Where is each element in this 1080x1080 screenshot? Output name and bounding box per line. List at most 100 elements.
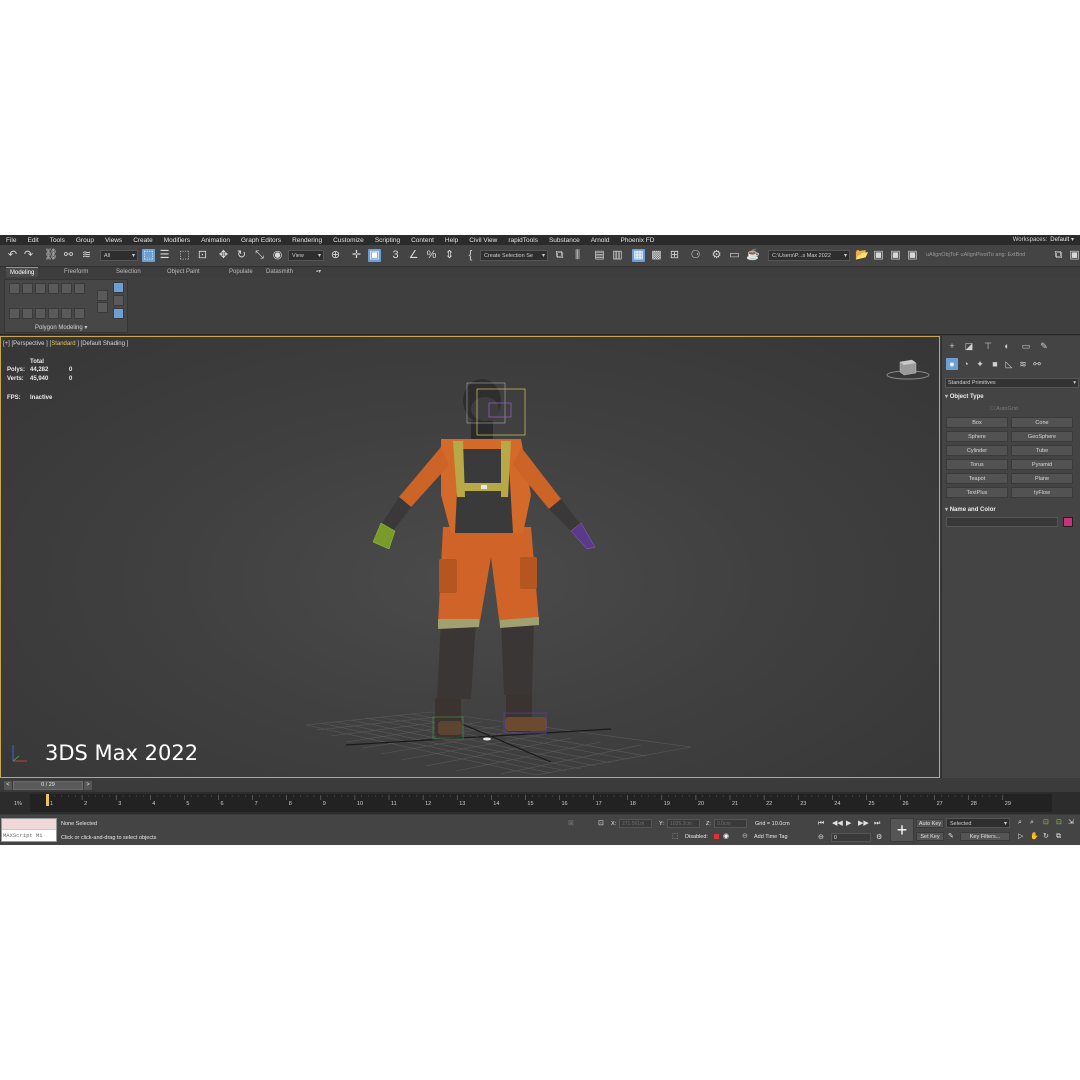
autogrid-checkbox[interactable]: AutoGrid bbox=[990, 406, 1018, 412]
ribbon-options-icon[interactable]: ▪▾ bbox=[312, 267, 325, 277]
angle-snap-icon[interactable]: ∠ bbox=[407, 249, 420, 262]
percent-snap-icon[interactable]: % bbox=[425, 249, 438, 262]
time-tag-icon[interactable]: ⊖ bbox=[742, 832, 748, 841]
move-icon[interactable]: ✥ bbox=[217, 249, 230, 262]
utilities-tab-icon[interactable]: ✎ bbox=[1038, 340, 1050, 352]
project-folder-dropdown[interactable]: C:\Users\P...s Max 2022 bbox=[768, 250, 850, 261]
menu-animation[interactable]: Animation bbox=[201, 237, 230, 244]
menu-modifiers[interactable]: Modifiers bbox=[164, 237, 190, 244]
ribbon-tool-11-icon[interactable] bbox=[61, 308, 72, 319]
menu-tools[interactable]: Tools bbox=[50, 237, 65, 244]
primitive-category-dropdown[interactable]: Standard Primitives bbox=[945, 378, 1079, 388]
motion-tab-icon[interactable]: ◐ bbox=[1001, 340, 1013, 352]
shapes-icon[interactable]: ◔ bbox=[960, 358, 972, 370]
next-frame-icon[interactable]: ▶▶ bbox=[858, 819, 869, 828]
object-name-field[interactable] bbox=[946, 517, 1058, 527]
placement-icon[interactable]: ◉ bbox=[271, 249, 284, 262]
ribbon-tool-14-icon[interactable] bbox=[97, 302, 108, 313]
primitive-textplus-button[interactable]: TextPlus bbox=[946, 487, 1008, 498]
ribbon-tool-17-icon[interactable] bbox=[113, 308, 124, 319]
menu-substance[interactable]: Substance bbox=[549, 237, 580, 244]
menu-views[interactable]: Views bbox=[105, 237, 122, 244]
zoom-extents-icon[interactable]: ⊡ bbox=[1043, 818, 1049, 827]
play-icon[interactable]: ▶ bbox=[846, 819, 851, 828]
current-frame-field[interactable]: 0 bbox=[831, 833, 871, 842]
menu-scripting[interactable]: Scripting bbox=[375, 237, 400, 244]
selection-filter-dropdown[interactable]: All bbox=[100, 250, 138, 261]
modify-tab-icon[interactable]: ◪ bbox=[963, 340, 975, 352]
select-manipulate-icon[interactable]: ✛ bbox=[350, 249, 363, 262]
current-frame-marker[interactable] bbox=[46, 794, 49, 806]
menu-graph-editors[interactable]: Graph Editors bbox=[241, 237, 281, 244]
redo-icon[interactable]: ↷ bbox=[22, 249, 35, 262]
lights-icon[interactable]: ✦ bbox=[974, 358, 986, 370]
pivot-center-icon[interactable]: ⊕ bbox=[329, 249, 342, 262]
ribbon-tab-object-paint[interactable]: Object Paint bbox=[163, 267, 204, 277]
object-color-swatch[interactable] bbox=[1063, 517, 1073, 527]
menu-rendering[interactable]: Rendering bbox=[292, 237, 322, 244]
primitive-tube-button[interactable]: Tube bbox=[1011, 445, 1073, 456]
time-slider[interactable]: < 0 / 29 > bbox=[0, 779, 1080, 791]
time-configuration-icon[interactable]: ⚙ bbox=[876, 833, 882, 842]
key-mode-dropdown[interactable]: Selected bbox=[946, 818, 1010, 828]
ribbon-tab-freeform[interactable]: Freeform bbox=[60, 267, 92, 277]
menu-phoenix-fd[interactable]: Phoenix FD bbox=[620, 237, 654, 244]
curve-editor-icon[interactable]: ▩ bbox=[650, 249, 663, 262]
orbit-icon[interactable]: ↻ bbox=[1043, 832, 1049, 841]
scale-icon[interactable]: ⤡ bbox=[253, 249, 266, 262]
script-button-1-icon[interactable]: ▣ bbox=[872, 249, 885, 262]
ribbon-tab-datasmith[interactable]: Datasmith bbox=[262, 267, 297, 277]
rectangular-selection-icon[interactable]: ⬚ bbox=[178, 249, 191, 262]
ribbon-tool-10-icon[interactable] bbox=[48, 308, 59, 319]
key-filters-button[interactable]: Key Filters... bbox=[960, 832, 1010, 841]
unlink-icon[interactable]: ⚯ bbox=[62, 249, 75, 262]
menu-file[interactable]: File bbox=[6, 237, 16, 244]
pan-view-icon[interactable]: ✋ bbox=[1030, 832, 1039, 841]
select-by-name-icon[interactable]: ☰ bbox=[158, 249, 171, 262]
time-slider-thumb[interactable]: 0 / 29 bbox=[13, 781, 83, 790]
scene-3d[interactable] bbox=[1, 337, 939, 777]
ribbon-tool-2-icon[interactable] bbox=[22, 283, 33, 294]
polygon-modeling-label[interactable]: Polygon Modeling ▾ bbox=[35, 324, 87, 331]
help-icon[interactable]: ▣ bbox=[1068, 249, 1080, 262]
display-tab-icon[interactable]: ▭ bbox=[1020, 340, 1032, 352]
mirror-icon[interactable]: ⧉ bbox=[553, 249, 566, 262]
reference-coordinate-dropdown[interactable]: View bbox=[288, 250, 324, 261]
ribbon-tool-12-icon[interactable] bbox=[74, 308, 85, 319]
align-icon[interactable]: ⫼ bbox=[571, 249, 584, 262]
track-bar-ruler[interactable]: 1% 1 2 3 4 5 6 7 8 9 10 11 12 13 14 15 16 17 18 19 20 21 22 23 2… bbox=[0, 792, 1080, 814]
menu-edit[interactable]: Edit bbox=[27, 237, 38, 244]
track-bar[interactable]: 1% 1 2 3 4 5 6 7 8 9 10 11 12 13 14 15 16 17 18 19 20 21 22 23 2… bbox=[0, 792, 1080, 814]
ribbon-tool-16-icon[interactable] bbox=[113, 295, 124, 306]
cameras-icon[interactable]: ■ bbox=[989, 358, 1001, 370]
zoom-all-icon[interactable]: ⌕ bbox=[1030, 818, 1034, 827]
rotate-icon[interactable]: ↻ bbox=[235, 249, 248, 262]
hierarchy-tab-icon[interactable]: ⊤ bbox=[982, 340, 994, 352]
bind-spacewarp-icon[interactable]: ≋ bbox=[80, 249, 93, 262]
maxscript-listener[interactable]: MAXScript Mi bbox=[1, 818, 57, 842]
menu-civil-view[interactable]: Civil View bbox=[469, 237, 497, 244]
zoom-extents-all-icon[interactable]: ⊡ bbox=[1056, 818, 1062, 827]
go-to-start-icon[interactable]: ⏮ bbox=[818, 819, 824, 828]
maxscript-output[interactable]: MAXScript Mi bbox=[2, 830, 56, 841]
zoom-icon[interactable]: ⌕ bbox=[1018, 818, 1022, 827]
ribbon-tool-15-icon[interactable] bbox=[113, 282, 124, 293]
ribbon-tab-populate[interactable]: Populate bbox=[225, 267, 257, 277]
perspective-viewport[interactable]: [+] [Perspective ] [Standard ] [Default … bbox=[0, 336, 940, 778]
adaptive-toggle-icon[interactable]: ◉ bbox=[723, 832, 729, 841]
ribbon-tab-selection[interactable]: Selection bbox=[112, 267, 145, 277]
schematic-view-icon[interactable]: ⊞ bbox=[668, 249, 681, 262]
default-in-out-tangent-icon[interactable]: + bbox=[890, 818, 914, 842]
time-slider-prev-button[interactable]: < bbox=[4, 781, 12, 790]
geometry-icon[interactable]: ● bbox=[946, 358, 958, 370]
absolute-mode-icon[interactable]: ⊡ bbox=[598, 819, 604, 828]
link-icon[interactable]: ⛓ bbox=[44, 249, 58, 262]
menu-create[interactable]: Create bbox=[133, 237, 153, 244]
select-object-icon[interactable]: ⬚ bbox=[142, 249, 155, 262]
name-color-rollout[interactable]: Name and Color bbox=[945, 506, 1079, 513]
maximize-toggle-icon[interactable]: ⧉ bbox=[1056, 832, 1061, 841]
primitive-cone-button[interactable]: Cone bbox=[1011, 417, 1073, 428]
primitive-pyramid-button[interactable]: Pyramid bbox=[1011, 459, 1073, 470]
set-key-button[interactable]: Set Key bbox=[916, 832, 944, 841]
primitive-tyflow-button[interactable]: tyFlow bbox=[1011, 487, 1073, 498]
